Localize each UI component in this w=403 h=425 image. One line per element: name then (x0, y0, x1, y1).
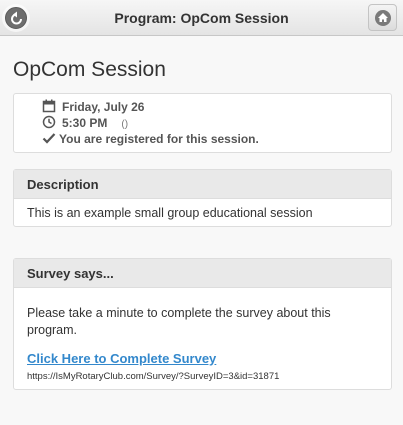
calendar-icon (42, 99, 56, 113)
survey-card: Survey says... Please take a minute to c… (13, 258, 392, 390)
registration-status: You are registered for this session. (59, 132, 259, 146)
session-info-card: Friday, July 26 5:30 PM () You are regist… (13, 93, 392, 153)
session-date: Friday, July 26 (62, 100, 145, 114)
survey-heading: Survey says... (14, 259, 391, 288)
app-header: Program: OpCom Session (0, 0, 403, 36)
survey-url: https://IsMyRotaryClub.com/Survey/?Surve… (27, 371, 280, 382)
time-row: 5:30 PM () (42, 115, 128, 131)
home-icon (378, 13, 388, 22)
home-button[interactable] (368, 4, 397, 31)
description-text: This is an example small group education… (27, 206, 313, 220)
check-icon (42, 133, 56, 144)
complete-survey-link[interactable]: Click Here to Complete Survey (27, 351, 216, 366)
page-title: OpCom Session (13, 58, 166, 81)
back-button[interactable] (5, 7, 27, 29)
back-arrow-icon (11, 11, 22, 25)
survey-text: Please take a minute to complete the sur… (27, 306, 331, 337)
time-note: () (121, 119, 129, 130)
header-title: Program: OpCom Session (114, 10, 289, 26)
description-card: Description This is an example small gro… (13, 169, 392, 227)
clock-icon (42, 115, 56, 129)
registered-row: You are registered for this session. (42, 131, 259, 147)
date-row: Friday, July 26 (42, 99, 144, 115)
session-time: 5:30 PM (62, 116, 108, 130)
description-heading: Description (14, 170, 391, 199)
